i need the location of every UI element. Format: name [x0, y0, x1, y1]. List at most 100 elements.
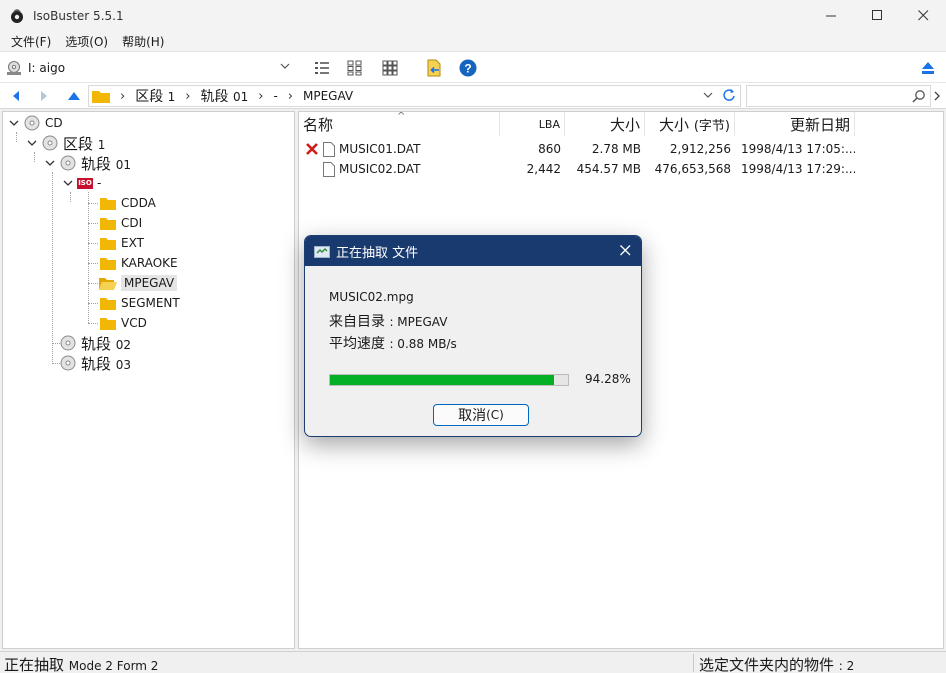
- tree-line: [88, 223, 98, 224]
- tree-node-session-1[interactable]: 区段 1: [27, 133, 105, 153]
- breadcrumb[interactable]: › 区段 1 › 轨段 01 › - › MPEGAV: [88, 85, 741, 107]
- tree-folder-segment[interactable]: SEGMENT: [99, 293, 180, 313]
- minimize-icon: [825, 15, 836, 17]
- dialog-source-dir: 来自目录 : MPEGAV: [329, 314, 448, 330]
- window-title: IsoBuster 5.5.1: [33, 8, 124, 23]
- cd-disc-icon: [60, 355, 76, 371]
- file-icon: [323, 141, 335, 157]
- tree-line: [88, 243, 98, 244]
- file-name: MUSIC01.DAT: [339, 142, 421, 156]
- extract-file-icon: [427, 59, 441, 77]
- list-row[interactable]: MUSIC01.DAT 860 2.78 MB 2,912,256 1998/4…: [299, 139, 943, 159]
- up-arrow-icon: [68, 92, 80, 100]
- tree-label: VCD: [121, 316, 147, 330]
- tile-view-button[interactable]: [346, 59, 364, 77]
- help-icon: ?: [459, 59, 477, 77]
- column-header-size-bytes[interactable]: 大小 (字节): [645, 112, 735, 136]
- tree-folder-cdi[interactable]: CDI: [99, 213, 142, 233]
- extract-button[interactable]: [425, 59, 443, 77]
- tree-folder-cdda[interactable]: CDDA: [99, 193, 156, 213]
- drive-select[interactable]: I: aigo: [4, 57, 295, 79]
- tree-node-iso[interactable]: ISO -: [63, 173, 101, 193]
- tree-line: [70, 192, 71, 202]
- tree-label: 区段 1: [63, 134, 106, 153]
- minimize-button[interactable]: [808, 0, 854, 31]
- chevron-down-icon[interactable]: [27, 138, 37, 148]
- menu-help[interactable]: 帮助(H): [115, 33, 171, 50]
- chevron-right-icon: ›: [258, 88, 264, 104]
- list-header: 名称 ^ LBA 大小 大小 (字节) 更新日期: [299, 112, 943, 136]
- tree-line: [34, 152, 35, 162]
- column-header-lba[interactable]: LBA: [500, 112, 565, 136]
- details-view-icon: [315, 62, 329, 74]
- cd-disc-icon: [60, 335, 76, 351]
- window-controls: [808, 0, 946, 31]
- tree-line: [88, 283, 98, 284]
- search-input[interactable]: [746, 85, 931, 107]
- dialog-title-bar: 正在抽取 文件: [305, 236, 641, 266]
- column-header-name[interactable]: 名称 ^: [299, 112, 500, 136]
- menu-options[interactable]: 选项(O): [58, 33, 115, 50]
- folder-icon: [100, 197, 116, 210]
- forward-button[interactable]: [36, 88, 52, 104]
- chevron-down-icon[interactable]: [45, 158, 55, 168]
- small-icons-view-icon: [347, 60, 362, 76]
- list-view-button[interactable]: [313, 59, 331, 77]
- tree-label: CDI: [121, 216, 143, 230]
- cancel-button[interactable]: 取消 (C): [433, 404, 529, 426]
- file-size-bytes: 476,653,568: [654, 162, 731, 176]
- tree-node-track-03[interactable]: 轨段 03: [59, 353, 131, 373]
- dialog-title: 正在抽取 文件: [336, 245, 419, 261]
- tree-node-track-02[interactable]: 轨段 02: [59, 333, 131, 353]
- breadcrumb-iso[interactable]: -: [273, 88, 277, 104]
- back-button[interactable]: [8, 88, 24, 104]
- tree-folder-ext[interactable]: EXT: [99, 233, 144, 253]
- breadcrumb-session[interactable]: 区段 1: [135, 86, 175, 106]
- refresh-icon[interactable]: [722, 88, 736, 102]
- cd-disc-icon: [42, 135, 58, 151]
- close-icon: [619, 244, 630, 255]
- tree-line: [16, 132, 17, 142]
- list-row[interactable]: MUSIC02.DAT 2,442 454.57 MB 476,653,568 …: [299, 159, 943, 179]
- tree-label: KARAOKE: [121, 256, 178, 270]
- menu-file[interactable]: 文件(F): [4, 33, 58, 50]
- chevron-right-icon: ›: [185, 88, 191, 104]
- tree-node-track-01[interactable]: 轨段 01: [45, 153, 131, 173]
- extract-dialog-icon: [314, 246, 330, 258]
- maximize-button[interactable]: [854, 0, 900, 31]
- search-go-button[interactable]: [929, 88, 945, 104]
- drive-icon: [7, 61, 21, 75]
- icon-view-button[interactable]: [381, 59, 399, 77]
- drive-label: I: aigo: [28, 61, 66, 75]
- tree-label: CDDA: [121, 196, 156, 210]
- column-header-date[interactable]: 更新日期: [735, 112, 855, 136]
- eject-button[interactable]: [919, 59, 937, 77]
- chevron-down-icon[interactable]: [63, 178, 73, 188]
- tree-label: 轨段 03: [81, 354, 132, 373]
- column-header-size[interactable]: 大小: [565, 112, 645, 136]
- status-text-right: 选定文件夹内的物件 : 2: [699, 656, 855, 673]
- tree-line: [88, 203, 98, 204]
- close-window-button[interactable]: [900, 0, 946, 31]
- error-x-icon: [306, 143, 318, 155]
- address-bar-row: › 区段 1 › 轨段 01 › - › MPEGAV: [0, 82, 946, 109]
- tree-folder-vcd[interactable]: VCD: [99, 313, 147, 333]
- help-button[interactable]: ?: [459, 59, 477, 77]
- chevron-down-icon[interactable]: [702, 89, 714, 101]
- forward-arrow-icon: [41, 91, 47, 101]
- tree-folder-karaoke[interactable]: KARAOKE: [99, 253, 178, 273]
- tree-line: [88, 303, 98, 304]
- breadcrumb-mpegav[interactable]: MPEGAV: [303, 88, 353, 104]
- file-lba: 2,442: [526, 162, 561, 176]
- file-date: 1998/4/13 17:05:...: [741, 142, 855, 156]
- progress-percent: 94.28%: [585, 372, 631, 386]
- tree-folder-mpegav[interactable]: MPEGAV: [99, 273, 178, 293]
- progress-bar-fill: [330, 375, 555, 385]
- dialog-body: MUSIC02.mpg 来自目录 : MPEGAV 平均速度 : 0.88 MB…: [305, 266, 641, 436]
- chevron-down-icon[interactable]: [9, 118, 19, 128]
- menu-bar: 文件(F) 选项(O) 帮助(H): [0, 31, 946, 51]
- up-button[interactable]: [66, 88, 82, 104]
- breadcrumb-track[interactable]: 轨段 01: [201, 86, 249, 106]
- dialog-close-button[interactable]: [617, 242, 633, 258]
- tree-node-cd[interactable]: CD: [9, 113, 63, 133]
